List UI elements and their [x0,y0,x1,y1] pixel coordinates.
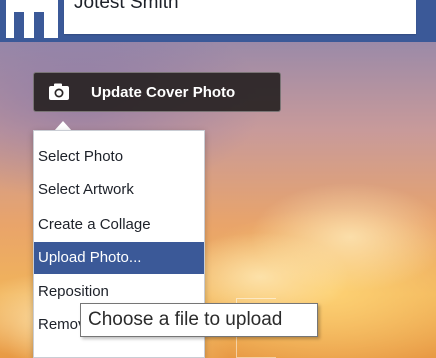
profile-name-box: Jotest Smith [64,0,416,34]
update-cover-photo-label: Update Cover Photo [91,84,236,101]
tooltip-text: Choose a file to upload [88,309,283,330]
menu-item-select-artwork[interactable]: Select Artwork [34,174,204,206]
profile-name[interactable]: Jotest Smith [74,0,179,14]
facebook-logo-icon [6,0,58,38]
menu-item-upload-photo[interactable]: Upload Photo... [34,242,204,274]
profile-header-bar: Jotest Smith [0,0,436,42]
upload-tooltip: Choose a file to upload [80,303,318,337]
camera-icon [48,83,70,101]
menu-item-select-photo[interactable]: Select Photo [34,141,204,173]
update-cover-photo-button[interactable]: Update Cover Photo [33,72,281,112]
menu-item-create-collage[interactable]: Create a Collage [34,209,204,241]
